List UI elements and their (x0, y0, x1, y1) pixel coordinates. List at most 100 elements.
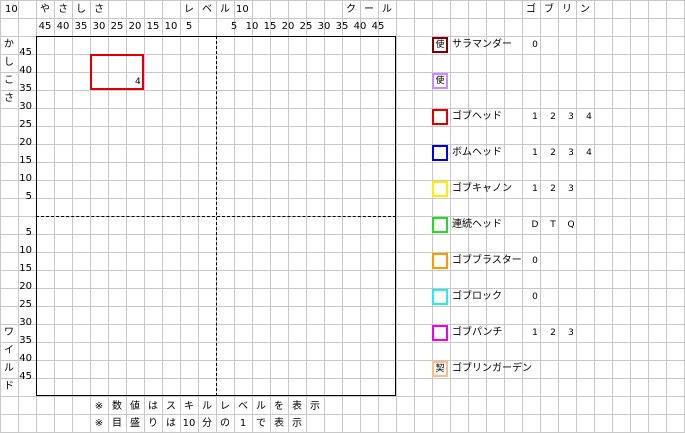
header-goblin-title-char: ブ (544, 4, 554, 15)
legend-item-name: ボムヘッド (452, 147, 502, 158)
header-right-title-char: ク (346, 4, 356, 15)
left-axis-upper-label-char: さ (4, 93, 14, 104)
legend-item-name: サラマンダー (452, 39, 512, 50)
legend-swatch (432, 325, 448, 341)
note-char: 示 (310, 401, 320, 412)
note-char: ベ (238, 401, 248, 412)
left-axis-upper-label-char: か (4, 39, 14, 50)
top-tick-label: 45 (371, 21, 385, 32)
left-axis-lower-label-char: イ (4, 345, 14, 356)
legend-swatch (432, 145, 448, 161)
legend-level: 2 (550, 328, 556, 338)
header-mid-number: 10 (236, 4, 249, 15)
note-char: 1 (239, 418, 247, 429)
top-tick-label: 15 (263, 21, 277, 32)
note-char: 値 (130, 401, 140, 412)
legend-level: Q (567, 220, 575, 230)
left-tick-label: 5 (25, 191, 32, 202)
left-tick-label: 15 (19, 155, 32, 166)
legend-level: 1 (532, 184, 538, 194)
left-axis-lower-label-char: ル (4, 363, 14, 374)
left-axis-lower-label-char: ワ (4, 327, 14, 338)
header-goblin-title-char: ゴ (526, 4, 536, 15)
legend-level: 3 (568, 148, 574, 158)
legend-item-name: ゴブブラスター (452, 255, 522, 266)
legend-item-name: 連続ヘッド (452, 219, 502, 230)
legend-swatch (432, 217, 448, 233)
legend-swatch: 使 (432, 73, 448, 89)
legend-swatch (432, 109, 448, 125)
top-tick-label: 25 (299, 21, 313, 32)
legend-level: 1 (532, 112, 538, 122)
legend-swatch (432, 181, 448, 197)
legend-level: T (550, 220, 556, 230)
vertical-center-axis (216, 36, 217, 396)
left-tick-label: 25 (19, 299, 32, 310)
top-tick-label: 30 (92, 21, 106, 32)
legend-level: 0 (532, 40, 538, 50)
legend-level: 0 (532, 292, 538, 302)
left-tick-label: 10 (19, 245, 32, 256)
header-right-title-char: ル (382, 4, 392, 15)
legend-swatch (432, 289, 448, 305)
top-tick-label: 10 (245, 21, 259, 32)
top-tick-label: 20 (281, 21, 295, 32)
header-left-title-char: さ (94, 4, 104, 15)
legend-level: 0 (532, 256, 538, 266)
header-mid-title-char: ル (220, 4, 230, 15)
left-tick-label: 20 (19, 137, 32, 148)
top-tick-label: 40 (56, 21, 70, 32)
note-char: は (148, 401, 158, 412)
top-tick-label: 10 (164, 21, 178, 32)
note-char: ※ (94, 401, 104, 412)
legend-level: 2 (550, 184, 556, 194)
legend-level: 3 (568, 328, 574, 338)
top-tick-label: 30 (317, 21, 331, 32)
header-right-title-char: ー (364, 4, 374, 15)
legend-level: 2 (550, 112, 556, 122)
header-left-title-char: や (40, 4, 50, 15)
header-left-number: 10 (5, 4, 18, 15)
legend-swatch-text: 使 (435, 76, 445, 86)
note-char: 数 (112, 401, 122, 412)
header-goblin-title-char: ン (580, 4, 590, 15)
region-level-label: 4 (135, 77, 141, 87)
note-char: ス (166, 401, 176, 412)
header-mid-title-char: レ (184, 4, 194, 15)
note-char: を (274, 401, 284, 412)
note-char: の (220, 418, 230, 429)
legend-item-name: ゴブロック (452, 291, 502, 302)
note-char: 目 (112, 418, 122, 429)
note-char: ※ (94, 418, 104, 429)
left-tick-label: 5 (25, 227, 32, 238)
header-left-title-char: さ (58, 4, 68, 15)
left-tick-label: 10 (19, 173, 32, 184)
note-char: で (256, 418, 266, 429)
legend-item-name: ゴブキャノン (452, 183, 512, 194)
legend-swatch-text: 使 (435, 40, 445, 50)
note-char: ル (202, 401, 212, 412)
note-char: は (166, 418, 176, 429)
left-tick-label: 20 (19, 281, 32, 292)
note-char: ル (256, 401, 266, 412)
legend-level: 3 (568, 112, 574, 122)
top-tick-label: 45 (38, 21, 52, 32)
header-left-title-char: し (76, 4, 86, 15)
legend-item-name: ゴブリンガーデン (452, 363, 532, 374)
left-axis-upper-label-char: こ (4, 75, 14, 86)
top-tick-label: 35 (335, 21, 349, 32)
top-tick-label: 35 (74, 21, 88, 32)
note-char: 表 (274, 418, 284, 429)
top-tick-label: 25 (110, 21, 124, 32)
legend-level: 2 (550, 148, 556, 158)
top-tick-label: 5 (230, 21, 238, 32)
header-goblin-title-char: リ (562, 4, 572, 15)
note-char: 示 (292, 418, 302, 429)
legend-item-name: ゴブパンチ (452, 327, 503, 338)
legend-level: 4 (586, 112, 592, 122)
left-tick-label: 15 (19, 263, 32, 274)
header-mid-title-char: ベ (202, 4, 212, 15)
left-tick-label: 25 (19, 119, 32, 130)
legend-level: 4 (586, 148, 592, 158)
legend-swatch: 契 (432, 361, 448, 377)
